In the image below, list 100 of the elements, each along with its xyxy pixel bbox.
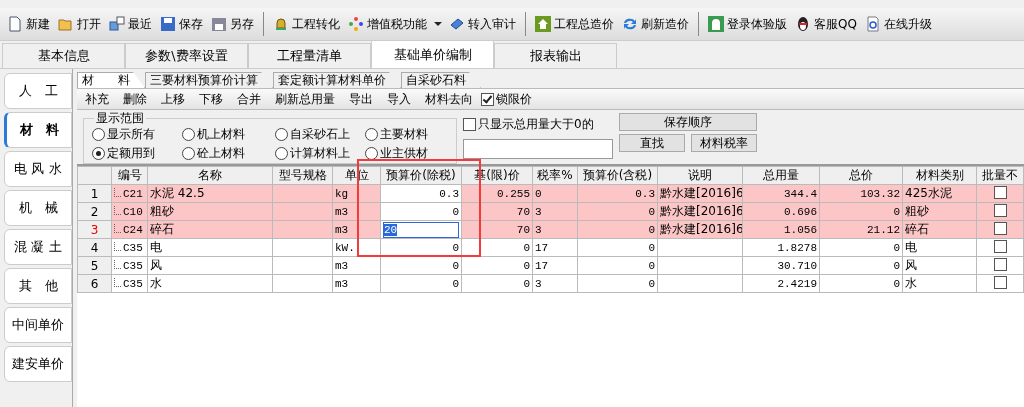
action-button[interactable]: 上移: [155, 90, 191, 108]
sidebar-tab[interactable]: 机 械: [4, 190, 72, 226]
radio-button[interactable]: [275, 147, 288, 160]
column-header[interactable]: 税率%: [532, 166, 578, 185]
toolbar-button[interactable]: 增值税功能: [345, 13, 430, 35]
radio-button[interactable]: [275, 128, 288, 141]
toolbar-button[interactable]: 转入审计: [446, 13, 519, 35]
sidebar-tab[interactable]: 人 工: [4, 73, 72, 109]
toolbar-button[interactable]: 登录体验版: [705, 13, 790, 35]
table-cell: [272, 238, 333, 257]
windows-icon: [109, 16, 125, 32]
action-button[interactable]: 下移: [193, 90, 229, 108]
action-button[interactable]: 合并: [231, 90, 267, 108]
caret-icon[interactable]: [434, 22, 442, 26]
folder-icon: [58, 16, 74, 32]
radio-label: 计算材料上: [290, 145, 350, 162]
radio-button[interactable]: [365, 128, 378, 141]
sidebar-tab[interactable]: 电 风 水: [4, 151, 72, 187]
checkbox[interactable]: [463, 118, 476, 131]
sidebar-tab[interactable]: 材 料: [4, 112, 72, 148]
toolbar-button[interactable]: 另存: [208, 13, 257, 35]
save-order-button[interactable]: 保存顺序: [619, 113, 757, 131]
tab[interactable]: 工程量清单: [248, 43, 371, 68]
checkbox[interactable]: [993, 239, 1007, 253]
refresh-icon: [622, 16, 638, 32]
radio-label: 显示所有: [107, 126, 155, 143]
column-header[interactable]: 批量不: [976, 166, 1024, 185]
column-header[interactable]: 总用量: [742, 166, 820, 185]
radio-button[interactable]: [92, 128, 105, 141]
table-cell: 1.8278: [742, 238, 820, 257]
radio-label: 定额用到: [107, 145, 155, 162]
checkbox[interactable]: [993, 275, 1007, 289]
action-button[interactable]: 导入: [381, 90, 417, 108]
dots-icon: [348, 16, 364, 32]
radio-label: 自采砂石上: [290, 126, 350, 143]
sub-tab[interactable]: 材 料: [77, 72, 145, 88]
cell-editor[interactable]: 20: [383, 221, 459, 238]
column-header[interactable]: 预算价(除税): [380, 166, 462, 185]
table-cell: 电: [902, 238, 977, 257]
action-button[interactable]: 材料去向: [419, 90, 479, 108]
radio-label: 主要材料: [380, 126, 428, 143]
checkbox[interactable]: [993, 203, 1007, 217]
column-header[interactable]: 材料类别: [902, 166, 977, 185]
action-button[interactable]: 导出: [343, 90, 379, 108]
column-header[interactable]: 总价: [819, 166, 903, 185]
table-cell: 0: [819, 238, 903, 257]
radio-label: 砼上材料: [197, 145, 245, 162]
tab[interactable]: 基础单价编制: [371, 40, 494, 68]
sub-tab[interactable]: 套定额计算材料单价: [273, 72, 401, 88]
table-cell: 0: [577, 238, 658, 257]
checkbox[interactable]: [993, 185, 1007, 199]
sub-tab[interactable]: 自采砂石料: [401, 72, 481, 88]
table-cell: 17: [532, 238, 578, 257]
document-icon: [7, 16, 23, 32]
checkbox[interactable]: [481, 92, 494, 106]
toolbar-button[interactable]: 工程总造价: [532, 13, 617, 35]
tax-rate-button[interactable]: 材料税率: [691, 134, 757, 152]
sidebar-tab[interactable]: 中间单价: [4, 307, 72, 343]
column-header[interactable]: 型号规格: [272, 166, 333, 185]
action-button[interactable]: 删除: [117, 90, 153, 108]
penguin-icon: [795, 16, 811, 32]
toolbar-button[interactable]: 工程转化: [270, 13, 343, 35]
column-header[interactable]: 说明: [657, 166, 743, 185]
table-cell: 0: [461, 238, 533, 257]
column-header[interactable]: 名称: [147, 166, 273, 185]
toolbar-button[interactable]: 刷新造价: [619, 13, 692, 35]
sub-tab[interactable]: 三要材料预算价计算: [145, 72, 273, 88]
sidebar-tab[interactable]: 混 凝 土: [4, 229, 72, 265]
checkbox-label: 只显示总用量大于0的: [478, 116, 594, 133]
radio-button[interactable]: [182, 128, 195, 141]
search-field[interactable]: [463, 139, 613, 159]
table-cell: 电: [147, 238, 273, 257]
tab[interactable]: 报表输出: [494, 43, 617, 68]
toolbar-button[interactable]: 保存: [157, 13, 206, 35]
toolbar-button[interactable]: 在线升级: [861, 13, 935, 35]
radio-label: 机上材料: [197, 126, 245, 143]
tab[interactable]: 基本信息: [2, 43, 125, 68]
toolbar-button[interactable]: 打开: [55, 13, 104, 35]
group-title: 显示范围: [94, 111, 146, 125]
column-header[interactable]: 预算价(含税): [577, 166, 658, 185]
find-button[interactable]: 直找: [619, 134, 685, 152]
tab[interactable]: 参数\费率设置: [125, 43, 248, 68]
checkbox-label: 锁限价: [496, 90, 532, 108]
house-icon: [535, 16, 551, 32]
browser-document-icon: [864, 16, 881, 32]
action-button[interactable]: 刷新总用量: [269, 90, 341, 108]
table-cell: C35: [111, 238, 148, 257]
checkbox[interactable]: [993, 257, 1007, 271]
checkbox[interactable]: [993, 221, 1007, 235]
column-header[interactable]: 编号: [111, 166, 148, 185]
sidebar-tab[interactable]: 其 他: [4, 268, 72, 304]
action-button[interactable]: 补充: [79, 90, 115, 108]
toolbar-button[interactable]: 最近: [106, 13, 155, 35]
sidebar-tab[interactable]: 建安单价: [4, 346, 72, 382]
radio-button[interactable]: [92, 147, 105, 160]
toolbar-button[interactable]: 新建: [4, 13, 53, 35]
bell-icon: [273, 16, 289, 32]
radio-label: 业主供材: [380, 145, 428, 162]
radio-button[interactable]: [182, 147, 195, 160]
toolbar-button[interactable]: 客服QQ: [792, 13, 860, 35]
